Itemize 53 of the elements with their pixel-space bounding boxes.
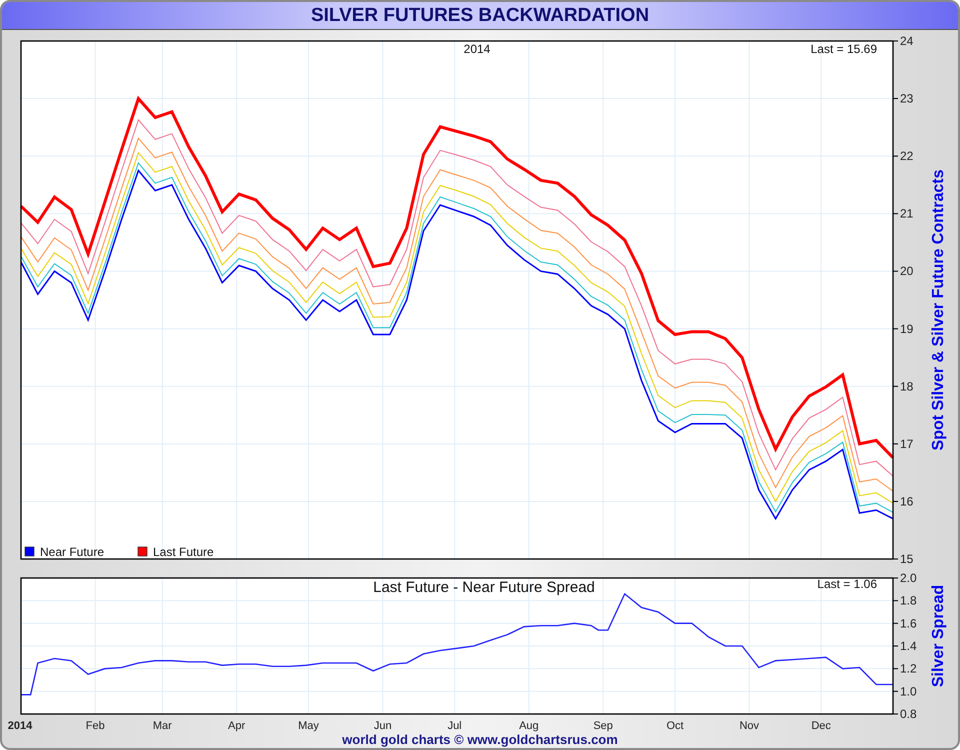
chart-title: SILVER FUTURES BACKWARDATION [310, 4, 650, 26]
y-tick-label: 0.8 [900, 707, 917, 721]
y-tick-label: 20 [900, 264, 914, 278]
tick-mark [892, 156, 898, 157]
x-tick-label: Apr [228, 720, 246, 732]
x-tick-label: 2014 [8, 720, 32, 732]
tick-mark [892, 98, 898, 100]
x-tick-label: Sep [593, 720, 613, 732]
y-tick-label: 16 [900, 494, 914, 508]
tick-mark [892, 40, 898, 42]
y-tick-label: 1.4 [900, 639, 917, 653]
y-tick-label: 21 [900, 206, 914, 221]
x-tick-label: Mar [152, 720, 172, 732]
y-tick-label: 1.6 [900, 616, 917, 630]
y-tick-label: 2.0 [900, 571, 917, 585]
panel-title: Last Future - Near Future Spread [373, 579, 595, 596]
tick-mark [892, 328, 898, 330]
x-tick-label: Nov [739, 720, 760, 732]
tick-mark [892, 386, 898, 387]
y-tick-label: 22 [900, 149, 914, 164]
tick-mark [892, 600, 898, 602]
tick-mark [892, 500, 898, 502]
axis-title: Silver Spread [930, 584, 947, 688]
tick-mark [892, 690, 898, 692]
y-tick-label: 18 [900, 379, 914, 394]
credit-text: world gold charts © www.goldchartsrus.com [342, 732, 618, 747]
y-tick-label: 19 [900, 322, 914, 336]
tick-mark [892, 443, 898, 444]
y-tick-label: 24 [900, 34, 914, 48]
legend-label: Near Future [40, 545, 104, 559]
y-tick-label: 1.2 [900, 662, 917, 676]
panel-title: 2014 [464, 42, 490, 56]
tick-mark [892, 668, 898, 670]
y-tick-label: 23 [900, 92, 914, 106]
x-tick-label: Jun [374, 720, 392, 732]
tick-mark [892, 213, 898, 214]
x-tick-label: Dec [811, 720, 831, 732]
x-tick-label: Feb [86, 720, 105, 732]
y-tick-label: 1.8 [900, 594, 917, 608]
tick-mark [892, 270, 898, 272]
x-tick-label: May [298, 720, 319, 732]
last-value-text: Last = 15.69 [810, 42, 877, 56]
x-tick-label: Jul [448, 720, 462, 732]
y-tick-label: 1.0 [900, 684, 917, 698]
x-tick-label: Aug [519, 720, 539, 732]
legend-label: Last Future [153, 545, 214, 559]
tick-mark [892, 558, 898, 560]
y-tick-label: 15 [900, 552, 914, 566]
x-tick-label: Oct [666, 720, 684, 732]
last-value-text: Last = 1.06 [817, 577, 877, 591]
axis-title: Spot Silver & Silver Future Contracts [930, 170, 947, 450]
y-tick-label: 17 [900, 436, 914, 451]
tick-mark [892, 622, 898, 624]
